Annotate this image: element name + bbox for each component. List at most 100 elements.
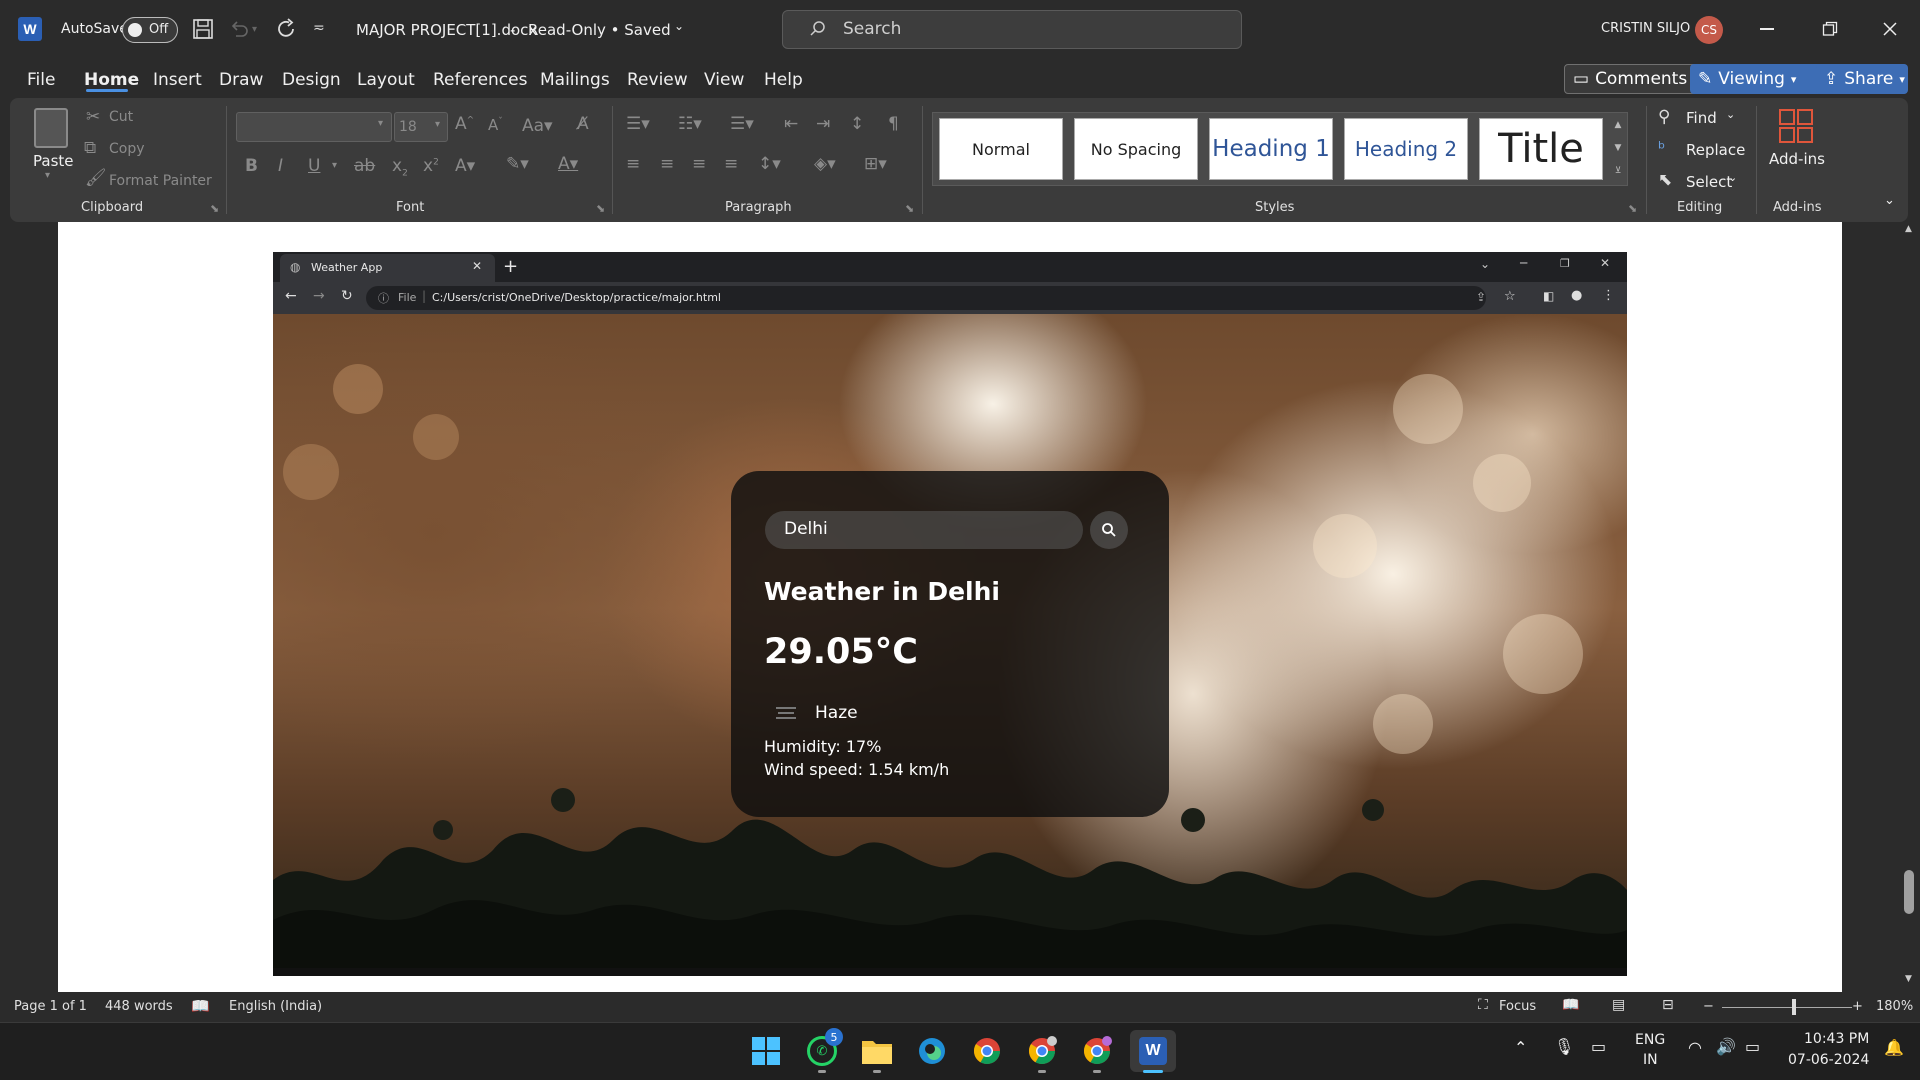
wifi-icon[interactable]: ◠ <box>1688 1038 1702 1057</box>
dialog-launcher-icon[interactable]: ⬊ <box>1628 202 1637 215</box>
strikethrough-icon[interactable]: ab <box>354 156 375 176</box>
font-color-icon[interactable]: A▾ <box>558 154 578 174</box>
clear-formatting-icon[interactable]: A̸ <box>577 114 589 134</box>
subscript-icon[interactable]: x2 <box>392 156 408 178</box>
borders-icon[interactable]: ⊞▾ <box>864 154 887 174</box>
style-heading-2[interactable]: Heading 2 <box>1344 118 1468 180</box>
scroll-up-icon[interactable]: ▲ <box>1610 114 1626 137</box>
underline-icon[interactable]: U <box>308 156 320 176</box>
show-hidden-icons-icon[interactable]: ⌃ <box>1514 1038 1527 1057</box>
chevron-down-icon[interactable]: ▾ <box>332 160 337 171</box>
justify-icon[interactable]: ≡ <box>724 154 738 174</box>
addins-icon[interactable] <box>1778 108 1814 144</box>
restore-icon[interactable] <box>1822 21 1838 37</box>
microphone-icon[interactable]: 🎙 <box>1554 1037 1574 1056</box>
numbering-icon[interactable]: ☷▾ <box>678 114 702 134</box>
focus-button[interactable]: Focus <box>1499 999 1536 1014</box>
more-styles-icon[interactable]: ⊻ <box>1610 160 1626 183</box>
redo-icon[interactable] <box>275 17 299 41</box>
superscript-icon[interactable]: x2 <box>423 156 439 176</box>
notification-bell-icon[interactable]: 🔔 <box>1884 1038 1904 1057</box>
dialog-launcher-icon[interactable]: ⬊ <box>905 202 914 215</box>
start-icon[interactable] <box>745 1030 787 1072</box>
shrink-font-icon[interactable]: Aˇ <box>488 116 503 134</box>
avatar[interactable]: CS <box>1695 16 1723 44</box>
align-left-icon[interactable]: ≡ <box>626 154 640 174</box>
font-name-select[interactable] <box>236 112 392 142</box>
file-explorer-icon[interactable] <box>856 1030 898 1072</box>
menu-help[interactable]: Help <box>764 70 803 90</box>
city-search-input[interactable]: Delhi <box>765 511 1083 549</box>
word-count[interactable]: 448 words <box>105 999 173 1014</box>
undo-dropdown-icon[interactable]: ▾ <box>252 24 257 35</box>
battery-icon[interactable]: ▭ <box>1745 1037 1760 1056</box>
font-size-select[interactable]: 18 ▾ <box>394 112 448 142</box>
clock-date[interactable]: 07-06-2024 <box>1788 1052 1869 1068</box>
scroll-down-icon[interactable]: ▼ <box>1905 974 1912 984</box>
menu-mailings[interactable]: Mailings <box>540 70 610 90</box>
collapse-ribbon-icon[interactable]: ⌄ <box>1884 193 1895 208</box>
dialog-launcher-icon[interactable]: ⬊ <box>210 202 219 215</box>
line-spacing-icon[interactable]: ↕▾ <box>758 154 781 174</box>
scroll-up-icon[interactable]: ▲ <box>1905 224 1912 234</box>
format-painter-button[interactable]: Format Painter <box>109 173 212 189</box>
share-button[interactable]: ⇪ Share ▾ <box>1816 64 1908 94</box>
pilcrow-icon[interactable]: ¶ <box>888 114 899 134</box>
chevron-down-icon[interactable]: ⌄ <box>1726 108 1735 121</box>
autosave-toggle[interactable]: Off <box>122 17 178 43</box>
menu-home[interactable]: Home <box>84 70 139 90</box>
document-status[interactable]: Read-Only • Saved <box>528 21 671 39</box>
read-mode-icon[interactable]: 📖 <box>1562 997 1579 1013</box>
scroll-thumb[interactable] <box>1904 870 1914 914</box>
sort-icon[interactable]: ↕ <box>850 114 864 134</box>
chevron-down-icon[interactable]: ⌄ <box>674 19 684 33</box>
web-layout-icon[interactable]: ⊟ <box>1662 997 1674 1013</box>
proofing-icon[interactable]: 📖 <box>191 997 210 1015</box>
whatsapp-icon[interactable]: ✆ 5 <box>801 1028 843 1072</box>
text-effects-icon[interactable]: A▾ <box>455 156 475 176</box>
word-taskbar-icon[interactable]: W <box>1130 1030 1176 1072</box>
style-title[interactable]: Title <box>1479 118 1603 180</box>
language-indicator[interactable]: English (India) <box>229 999 322 1014</box>
paste-label[interactable]: Paste <box>33 152 74 170</box>
display-icon[interactable]: ▭ <box>1591 1037 1606 1056</box>
zoom-slider-thumb[interactable] <box>1792 999 1796 1015</box>
bullets-icon[interactable]: ☰▾ <box>626 114 650 134</box>
minimize-icon[interactable] <box>1760 28 1774 30</box>
grow-font-icon[interactable]: A^ <box>455 114 474 134</box>
undo-icon[interactable] <box>228 18 250 40</box>
edge-icon[interactable] <box>911 1030 953 1072</box>
zoom-in-icon[interactable]: + <box>1852 999 1863 1014</box>
chevron-down-icon[interactable]: ▾ <box>378 118 383 129</box>
close-icon[interactable] <box>1882 21 1898 37</box>
decrease-indent-icon[interactable]: ⇤ <box>784 114 798 134</box>
chevron-down-icon[interactable]: ⌄ <box>1728 171 1737 184</box>
chrome-profile-icon[interactable] <box>1076 1030 1118 1072</box>
menu-file[interactable]: File <box>27 70 55 90</box>
chrome-profile-icon[interactable] <box>1021 1030 1063 1072</box>
zoom-out-icon[interactable]: − <box>1703 999 1714 1014</box>
paste-icon[interactable] <box>34 108 68 148</box>
language-line-2[interactable]: IN <box>1643 1052 1658 1068</box>
highlight-icon[interactable]: ✎▾ <box>506 154 529 174</box>
styles-scroll[interactable]: ▲ ▼ ⊻ <box>1610 114 1626 184</box>
copy-button[interactable]: Copy <box>109 141 145 157</box>
style-heading-1[interactable]: Heading 1 <box>1209 118 1333 180</box>
change-case-icon[interactable]: Aa▾ <box>522 116 553 136</box>
menu-insert[interactable]: Insert <box>153 70 202 90</box>
align-center-icon[interactable]: ≡ <box>660 154 674 174</box>
search-box[interactable]: Search <box>782 10 1242 49</box>
menu-draw[interactable]: Draw <box>219 70 263 90</box>
menu-review[interactable]: Review <box>627 70 688 90</box>
chevron-down-icon[interactable]: ▾ <box>45 170 50 181</box>
language-line-1[interactable]: ENG <box>1635 1032 1665 1048</box>
addins-button[interactable]: Add-ins <box>1769 150 1825 168</box>
dialog-launcher-icon[interactable]: ⬊ <box>596 202 605 215</box>
menu-references[interactable]: References <box>433 70 527 90</box>
multilevel-list-icon[interactable]: ☰▾ <box>730 114 754 134</box>
select-button[interactable]: Select <box>1686 173 1732 191</box>
volume-icon[interactable]: 🔊 <box>1716 1037 1736 1056</box>
page-count[interactable]: Page 1 of 1 <box>14 999 87 1014</box>
bold-icon[interactable]: B <box>245 156 258 176</box>
print-layout-icon[interactable]: ▤ <box>1612 997 1625 1013</box>
